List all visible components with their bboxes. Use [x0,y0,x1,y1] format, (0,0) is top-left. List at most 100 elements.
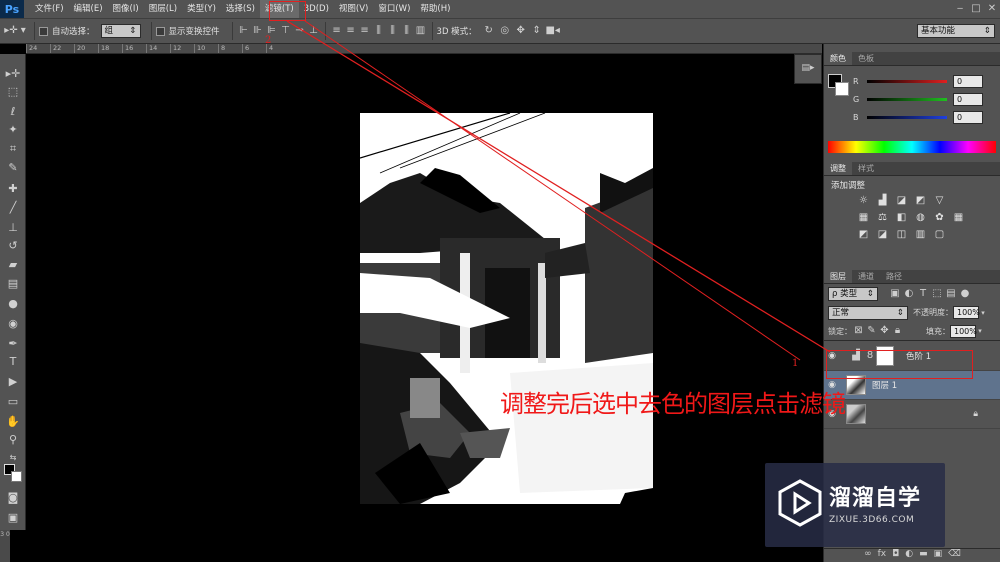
add-mask-icon[interactable]: ◘ [892,549,899,562]
menu-file[interactable]: 文件(F) [30,0,69,18]
zoom-tool-icon[interactable]: ⚲ [4,432,22,448]
menu-select[interactable]: 选择(S) [221,0,260,18]
auto-select-option[interactable]: 自动选择： [39,25,95,37]
show-transform-option[interactable]: 显示变换控件 [155,25,220,37]
chevron-down-icon[interactable]: ▾ [979,306,987,320]
filter-type-icon[interactable]: T [916,287,930,301]
pan-3d-icon[interactable]: ✥ [513,24,529,38]
panel-toggle-icon[interactable]: ▤▸ [800,61,816,75]
threshold-icon[interactable]: ◫ [894,227,909,242]
crop-tool-icon[interactable]: ⌗ [4,141,22,157]
distribute-left-icon[interactable]: ⫼ [372,24,386,38]
hand-tool-icon[interactable]: ✋ [4,414,22,430]
color-spectrum-bar[interactable] [828,141,996,153]
filter-adjust-icon[interactable]: ◐ [902,287,916,301]
move-tool-icon[interactable]: ▸✛ ▾ [0,24,30,38]
layer-row[interactable]: ◉ 🔒︎ [824,400,1000,429]
maximize-icon[interactable]: □ [968,0,984,18]
menu-help[interactable]: 帮助(H) [415,0,455,18]
fx-icon[interactable]: fx [878,549,887,562]
type-tool-icon[interactable]: T [4,354,22,370]
stamp-tool-icon[interactable]: ⊥ [4,220,22,236]
filter-toggle-icon[interactable]: ● [958,287,972,301]
workspace-dropdown[interactable]: 基本功能 ⇕ [917,24,995,38]
rectangle-tool-icon[interactable]: ▭ [4,394,22,410]
green-slider[interactable] [867,97,947,101]
exposure-icon[interactable]: ◩ [913,193,928,208]
trash-icon[interactable]: ⌫ [948,549,961,562]
auto-select-dropdown[interactable]: 组 ⇕ [100,24,141,38]
brightness-icon[interactable]: ☼ [856,193,871,208]
black-white-icon[interactable]: ◧ [894,210,909,225]
blur-tool-icon[interactable]: ● [4,296,22,312]
show-transform-checkbox[interactable] [155,26,165,36]
dodge-tool-icon[interactable]: ◉ [4,316,22,332]
gradient-tool-icon[interactable]: ▤ [4,276,22,292]
pen-tool-icon[interactable]: ✒ [4,336,22,352]
tab-styles[interactable]: 样式 [852,162,880,175]
roll-3d-icon[interactable]: ◎ [497,24,513,38]
menu-type[interactable]: 类型(Y) [182,0,221,18]
menu-view[interactable]: 视图(V) [334,0,373,18]
move-tool-icon[interactable]: ▸✛ [4,66,22,82]
align-middle-icon[interactable]: ⊸ [293,24,307,38]
filter-shape-icon[interactable]: ⬚ [930,287,944,301]
tab-adjustments[interactable]: 调整 [824,162,852,175]
distribute-middle-icon[interactable]: ≡ [344,24,358,38]
new-group-icon[interactable]: ▬ [919,549,928,562]
opacity-field[interactable]: 100% [953,306,980,319]
align-top-icon[interactable]: ⊤ [279,24,293,38]
tab-color[interactable]: 颜色 [824,52,852,65]
tab-paths[interactable]: 路径 [880,270,908,283]
path-select-icon[interactable]: ▶ [4,374,22,390]
minimize-icon[interactable]: ‒ [952,0,968,18]
lock-position-icon[interactable]: ✥ [878,324,891,338]
invert-icon[interactable]: ◩ [856,227,871,242]
layer-filter-dropdown[interactable]: ρ 类型 ⇕ [828,286,878,301]
app-logo[interactable]: Ps [0,0,24,18]
tab-layers[interactable]: 图层 [824,270,852,283]
tab-channels[interactable]: 通道 [852,270,880,283]
vibrance-icon[interactable]: ▽ [932,193,947,208]
rotate-3d-icon[interactable]: ↻ [481,24,497,38]
gradient-map-icon[interactable]: ▥ [913,227,928,242]
align-bottom-icon[interactable]: ⊥ [307,24,321,38]
hue-saturation-icon[interactable]: ▦ [856,210,871,225]
auto-align-icon[interactable]: ▥ [414,24,428,38]
link-layers-icon[interactable]: ∞ [864,549,872,562]
screen-mode-icon[interactable]: ▣ [4,510,22,526]
healing-brush-icon[interactable]: ✚ [4,181,22,197]
align-left-icon[interactable]: ⊩ [237,24,251,38]
scale-3d-icon[interactable]: ■◂ [545,24,561,38]
red-value-field[interactable]: 0 [953,74,983,88]
close-icon[interactable]: ✕ [984,0,1000,18]
menu-layer[interactable]: 图层(L) [144,0,182,18]
distribute-right-icon[interactable]: ⫼ [400,24,414,38]
background-color-swatch[interactable] [11,471,22,482]
menu-edit[interactable]: 编辑(E) [69,0,108,18]
levels-icon[interactable]: ▟ [875,193,890,208]
filter-pixel-icon[interactable]: ▣ [888,287,902,301]
lock-pixels-icon[interactable]: ✎ [865,324,878,338]
color-balance-icon[interactable]: ⚖ [875,210,890,225]
fill-field[interactable]: 100% [950,324,977,338]
quick-mask-icon[interactable]: ◙ [4,490,22,506]
distribute-bottom-icon[interactable]: ≡ [358,24,372,38]
color-lookup-icon[interactable]: ▦ [951,210,966,225]
red-slider[interactable] [867,79,947,83]
blue-slider[interactable] [867,115,947,119]
photo-filter-icon[interactable]: ◍ [913,210,928,225]
chevron-down-icon[interactable]: ▾ [976,324,984,338]
blue-value-field[interactable]: 0 [953,110,983,124]
curves-icon[interactable]: ◪ [894,193,909,208]
distribute-center-icon[interactable]: ⫼ [386,24,400,38]
align-center-icon[interactable]: ⊪ [251,24,265,38]
menu-image[interactable]: 图像(I) [108,0,144,18]
lasso-tool-icon[interactable]: ℓ [4,104,22,120]
posterize-icon[interactable]: ◪ [875,227,890,242]
document-image[interactable] [360,113,653,504]
history-brush-icon[interactable]: ↺ [4,238,22,254]
green-value-field[interactable]: 0 [953,92,983,106]
distribute-top-icon[interactable]: ≡ [330,24,344,38]
lock-transparent-icon[interactable]: ⊠ [852,324,865,338]
